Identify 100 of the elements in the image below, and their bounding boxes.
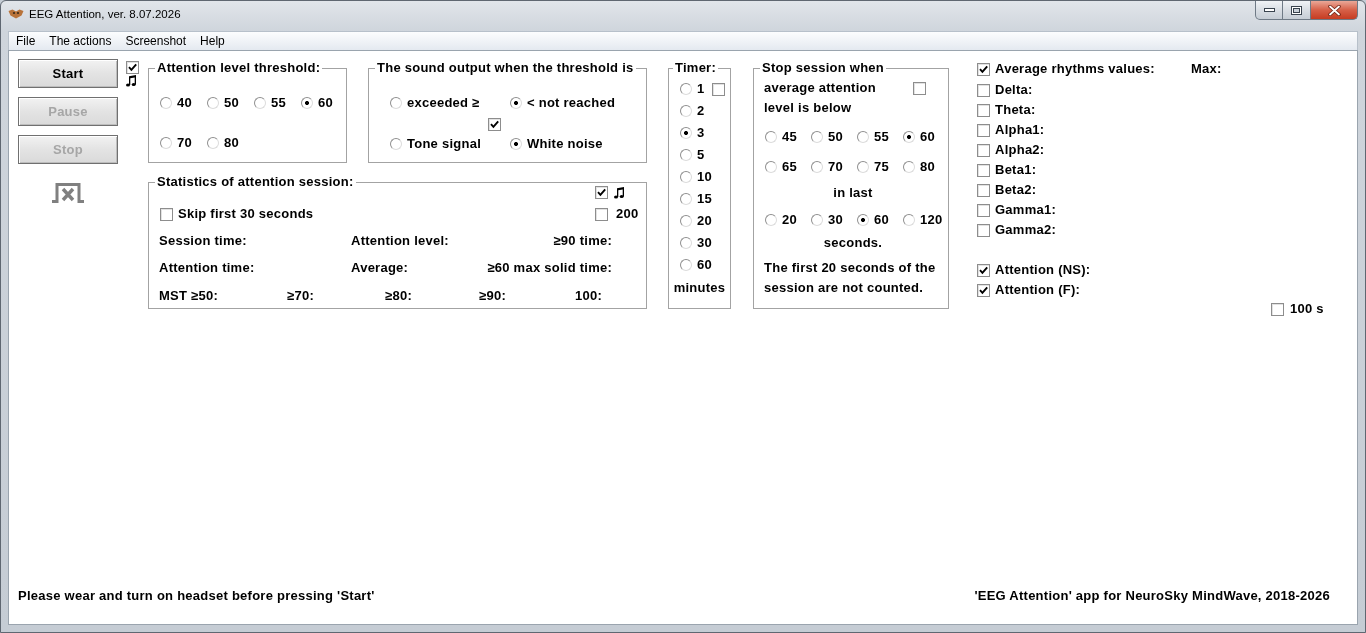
radio-label[interactable]: White noise xyxy=(527,137,603,151)
radio-button[interactable] xyxy=(903,161,915,173)
maximize-button[interactable] xyxy=(1283,1,1311,20)
radio-label[interactable]: 30 xyxy=(828,213,843,227)
radio-label[interactable]: exceeded ≥ xyxy=(407,96,480,110)
radio-label[interactable]: 30 xyxy=(697,236,712,250)
radio-button[interactable] xyxy=(680,193,692,205)
checkbox[interactable] xyxy=(977,203,990,217)
checkbox[interactable] xyxy=(977,183,990,197)
menu-item[interactable]: Screenshot xyxy=(118,33,194,49)
radio-button[interactable] xyxy=(680,171,692,183)
checkbox-label[interactable]: Gamma2: xyxy=(995,223,1056,237)
checkbox[interactable] xyxy=(160,207,173,221)
radio-label[interactable]: 65 xyxy=(782,160,797,174)
radio-label[interactable]: 20 xyxy=(697,214,712,228)
checkbox-label[interactable]: Alpha1: xyxy=(995,123,1045,137)
checkbox[interactable] xyxy=(977,83,990,97)
radio-label[interactable]: Tone signal xyxy=(407,137,481,151)
checkbox-label[interactable]: Beta2: xyxy=(995,183,1037,197)
radio-label[interactable]: 40 xyxy=(177,96,192,110)
radio-button[interactable] xyxy=(510,138,522,150)
radio-button[interactable] xyxy=(680,259,692,271)
checkbox[interactable] xyxy=(977,223,990,237)
checkbox[interactable] xyxy=(595,186,608,199)
radio-label[interactable]: 1 xyxy=(697,82,705,96)
radio-button[interactable] xyxy=(765,214,777,226)
checkbox[interactable] xyxy=(913,82,926,95)
radio-button[interactable] xyxy=(765,161,777,173)
radio-label[interactable]: 45 xyxy=(782,130,797,144)
radio-button[interactable] xyxy=(680,127,692,139)
radio-label[interactable]: 55 xyxy=(874,130,889,144)
radio-button[interactable] xyxy=(160,137,172,149)
radio-label[interactable]: 80 xyxy=(920,160,935,174)
checkbox[interactable] xyxy=(126,61,139,74)
radio-button[interactable] xyxy=(680,149,692,161)
radio-button[interactable] xyxy=(903,131,915,143)
radio-button[interactable] xyxy=(857,131,869,143)
checkbox-label[interactable]: Attention (NS): xyxy=(995,263,1091,277)
checkbox[interactable] xyxy=(977,143,990,157)
menu-item[interactable]: The actions xyxy=(42,33,119,49)
radio-label[interactable]: 120 xyxy=(920,213,943,227)
radio-label[interactable]: 20 xyxy=(782,213,797,227)
checkbox-label[interactable]: Skip first 30 seconds xyxy=(178,207,314,221)
radio-button[interactable] xyxy=(903,214,915,226)
radio-label[interactable]: 60 xyxy=(920,130,935,144)
radio-label[interactable]: 50 xyxy=(828,130,843,144)
menu-item[interactable]: File xyxy=(9,33,43,49)
checkbox-label[interactable]: Alpha2: xyxy=(995,143,1045,157)
radio-button[interactable] xyxy=(857,214,869,226)
radio-button[interactable] xyxy=(680,105,692,117)
radio-label[interactable]: 70 xyxy=(828,160,843,174)
radio-button[interactable] xyxy=(207,137,219,149)
checkbox[interactable] xyxy=(977,103,990,117)
radio-label[interactable]: 60 xyxy=(874,213,889,227)
radio-button[interactable] xyxy=(857,161,869,173)
checkbox-label[interactable]: 100 s xyxy=(1290,302,1324,316)
radio-label[interactable]: 2 xyxy=(697,104,705,118)
radio-label[interactable]: 60 xyxy=(318,96,333,110)
checkbox-label[interactable]: Gamma1: xyxy=(995,203,1056,217)
checkbox[interactable] xyxy=(977,62,990,76)
checkbox-label[interactable]: Delta: xyxy=(995,83,1033,97)
checkbox[interactable] xyxy=(977,123,990,137)
checkbox-label[interactable]: Attention (F): xyxy=(995,283,1081,297)
radio-button[interactable] xyxy=(390,97,402,109)
checkbox[interactable] xyxy=(595,207,608,221)
radio-label[interactable]: < not reached xyxy=(527,96,616,110)
checkbox[interactable] xyxy=(977,163,990,177)
radio-label[interactable]: 55 xyxy=(271,96,286,110)
radio-button[interactable] xyxy=(680,83,692,95)
checkbox[interactable] xyxy=(977,283,990,297)
radio-label[interactable]: 60 xyxy=(697,258,712,272)
radio-label[interactable]: 5 xyxy=(697,148,705,162)
radio-button[interactable] xyxy=(680,215,692,227)
radio-label[interactable]: 75 xyxy=(874,160,889,174)
radio-label[interactable]: 3 xyxy=(697,126,705,140)
close-button[interactable] xyxy=(1311,1,1358,20)
checkbox[interactable] xyxy=(977,263,990,277)
radio-label[interactable]: 10 xyxy=(697,170,712,184)
radio-button[interactable] xyxy=(390,138,402,150)
radio-button[interactable] xyxy=(160,97,172,109)
menu-item[interactable]: Help xyxy=(193,33,232,49)
checkbox[interactable] xyxy=(712,82,726,96)
radio-button[interactable] xyxy=(811,161,823,173)
checkbox-label[interactable]: Average rhythms values: xyxy=(995,62,1155,76)
radio-label[interactable]: 15 xyxy=(697,192,712,206)
radio-button[interactable] xyxy=(811,131,823,143)
checkbox-label[interactable]: Theta: xyxy=(995,103,1036,117)
radio-button[interactable] xyxy=(765,131,777,143)
radio-button[interactable] xyxy=(811,214,823,226)
checkbox-label[interactable]: 200 xyxy=(616,207,639,221)
radio-button[interactable] xyxy=(510,97,522,109)
radio-label[interactable]: 50 xyxy=(224,96,239,110)
checkbox-label[interactable]: Beta1: xyxy=(995,163,1037,177)
checkbox[interactable] xyxy=(1271,302,1284,316)
minimize-button[interactable] xyxy=(1255,1,1283,20)
start-button[interactable]: Start xyxy=(18,59,118,88)
radio-button[interactable] xyxy=(254,97,266,109)
checkbox[interactable] xyxy=(488,118,501,131)
radio-button[interactable] xyxy=(301,97,313,109)
radio-label[interactable]: 80 xyxy=(224,136,239,150)
